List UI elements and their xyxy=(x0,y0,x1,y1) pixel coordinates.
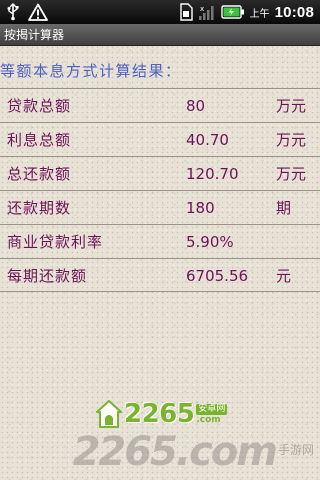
usb-icon xyxy=(7,3,19,21)
row-value: 6705.56 xyxy=(186,267,249,285)
result-row-periods: 还款期数 180 期 xyxy=(0,190,320,224)
app-title: 按揭计算器 xyxy=(4,28,65,42)
row-label: 还款期数 xyxy=(7,199,72,217)
row-label: 贷款总额 xyxy=(7,97,72,115)
row-value: 5.90% xyxy=(186,233,234,251)
watermark-corner-cn: 手游网 xyxy=(277,443,314,457)
status-bar-system: x 上午 10:08 xyxy=(179,2,314,22)
battery-charging-icon xyxy=(220,5,244,19)
result-table: 贷款总额 80 万元 利息总额 40.70 万元 总还款额 120.70 万元 … xyxy=(0,88,320,292)
watermark-site-com: .com xyxy=(196,414,221,425)
row-value: 80 xyxy=(186,97,206,115)
row-label: 总还款额 xyxy=(7,165,72,183)
row-label: 每期还款额 xyxy=(7,267,88,285)
svg-text:x: x xyxy=(200,5,204,13)
row-unit: 元 xyxy=(276,267,292,285)
result-row-monthly-payment: 每期还款额 6705.56 元 xyxy=(0,258,320,292)
row-value: 180 xyxy=(186,199,215,217)
row-unit: 万元 xyxy=(276,165,307,183)
row-unit: 万元 xyxy=(276,97,307,115)
watermark-logo: 2265 安卓网 .com xyxy=(96,396,228,432)
result-row-repayment-total: 总还款额 120.70 万元 xyxy=(0,156,320,190)
app-title-bar: 按揭计算器 xyxy=(0,24,320,46)
warning-icon xyxy=(28,3,48,21)
row-label: 利息总额 xyxy=(7,131,72,149)
watermark-corner: 2265.com 手游网 xyxy=(73,430,314,474)
result-row-loan-total: 贷款总额 80 万元 xyxy=(0,88,320,122)
watermark-site-cn: 安卓网 xyxy=(196,403,228,415)
no-signal-icon: x xyxy=(198,5,214,20)
result-row-rate: 商业贷款利率 5.90% xyxy=(0,224,320,258)
row-label: 商业贷款利率 xyxy=(7,233,104,251)
row-unit: 万元 xyxy=(276,131,307,149)
home-icon xyxy=(96,400,122,428)
result-row-interest-total: 利息总额 40.70 万元 xyxy=(0,122,320,156)
row-value: 120.70 xyxy=(186,165,239,183)
status-bar-ampm: 上午 xyxy=(249,8,270,20)
sim-icon xyxy=(179,3,193,21)
status-bar: x 上午 10:08 xyxy=(0,0,320,24)
row-unit: 期 xyxy=(276,199,292,217)
watermark-logo-sub: 安卓网 .com xyxy=(196,403,228,425)
watermark-corner-text: 2265.com xyxy=(72,429,278,475)
status-bar-time: 10:08 xyxy=(274,3,314,21)
row-value: 40.70 xyxy=(186,131,229,149)
watermark-logo-text: 2265 xyxy=(124,399,195,429)
status-bar-notifications xyxy=(6,3,48,21)
result-heading: 等额本息方式计算结果： xyxy=(0,62,182,80)
